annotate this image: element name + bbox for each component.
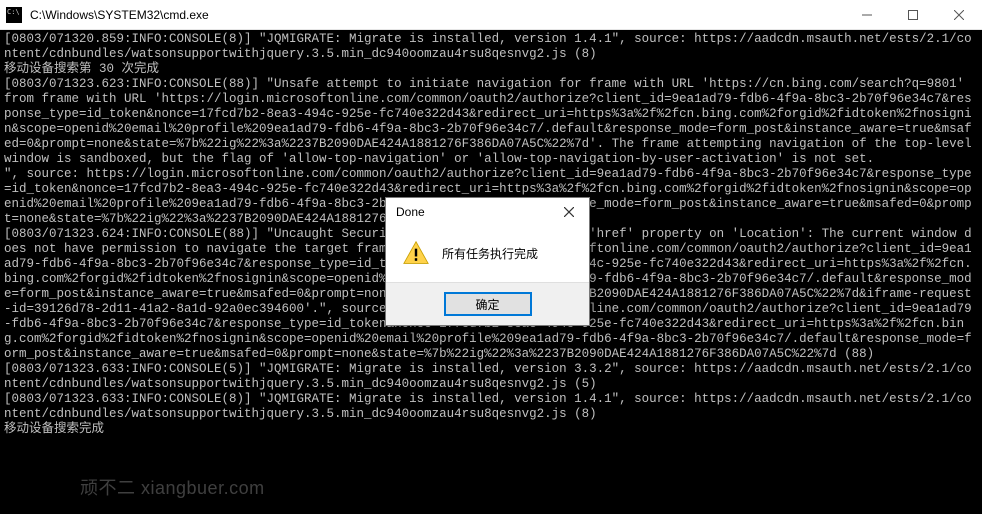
window-title: C:\Windows\SYSTEM32\cmd.exe [30,8,844,22]
dialog-button-row: 确定 [386,282,589,325]
dialog-message: 所有任务执行完成 [442,245,538,262]
done-dialog: Done 所有任务执行完成 确定 [385,197,590,326]
cmd-icon [6,7,22,23]
minimize-button[interactable] [844,0,890,29]
window-controls [844,0,982,29]
dialog-title-text: Done [396,205,555,219]
maximize-button[interactable] [890,0,936,29]
close-button[interactable] [936,0,982,29]
dialog-body: 所有任务执行完成 [386,226,589,282]
ok-button[interactable]: 确定 [445,293,531,315]
dialog-close-button[interactable] [555,201,583,223]
warning-icon [402,240,430,266]
dialog-titlebar: Done [386,198,589,226]
window-titlebar: C:\Windows\SYSTEM32\cmd.exe [0,0,982,30]
